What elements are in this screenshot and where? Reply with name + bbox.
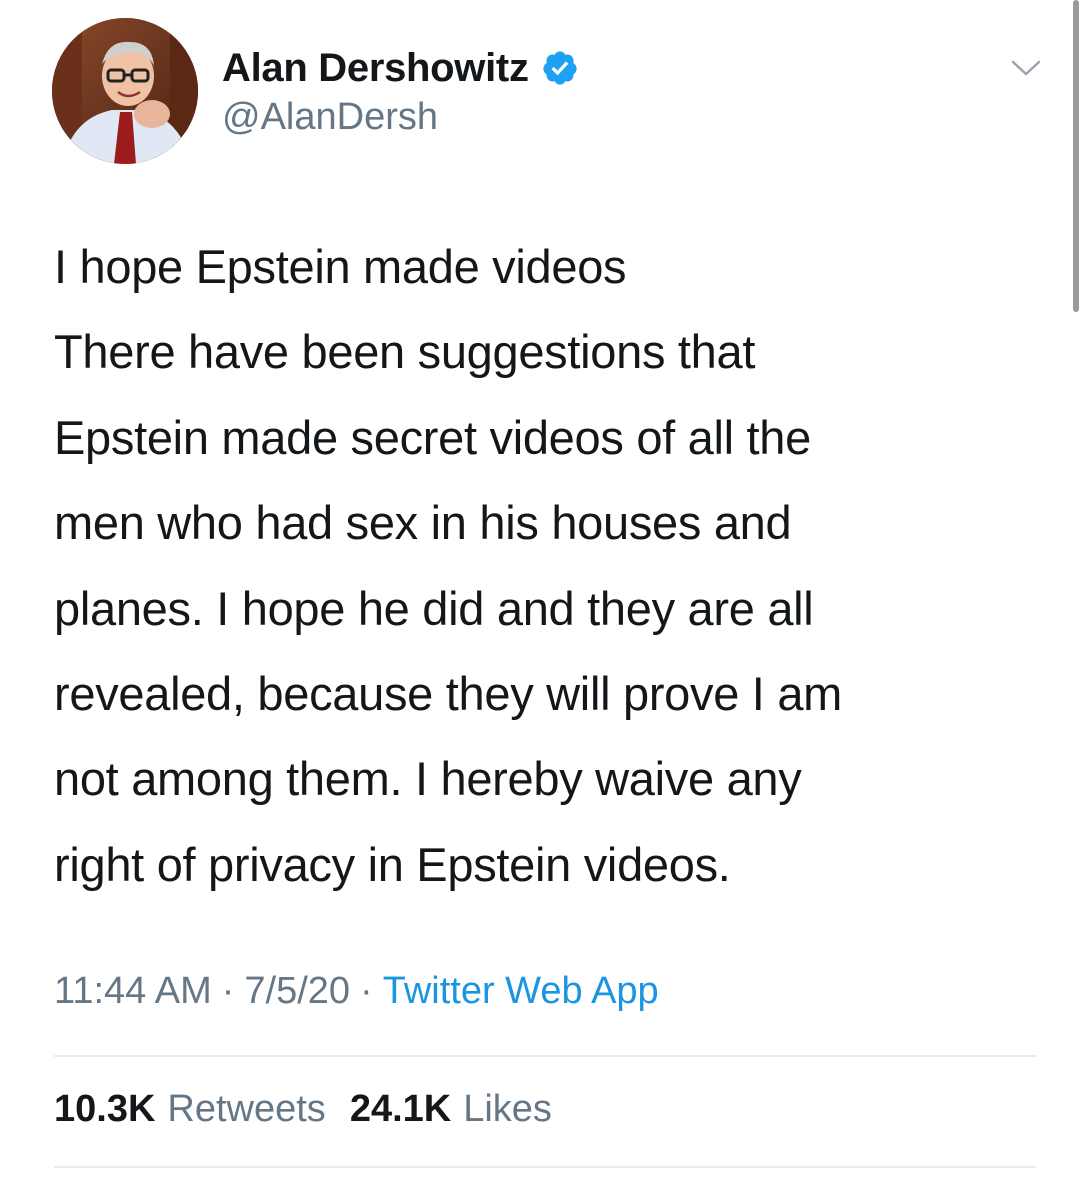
author-name-row: Alan Dershowitz (222, 42, 579, 94)
retweets-label: Retweets (167, 1088, 326, 1130)
tweet-card: Alan Dershowitz @AlanDersh I hope Epstei… (0, 0, 1089, 1200)
tweet-text-line: men who had sex in his houses and (54, 496, 792, 550)
tweet-text-line: not among them. I hereby waive any (54, 752, 802, 806)
tweet-text-line: revealed, because they will prove I am (54, 667, 843, 721)
retweets-count: 10.3K (54, 1088, 156, 1130)
author-handle[interactable]: @AlanDersh (222, 96, 438, 139)
tweet-source-link[interactable]: Twitter Web App (383, 970, 659, 1013)
author-display-name[interactable]: Alan Dershowitz (222, 46, 529, 91)
tweet-menu-button[interactable] (1000, 48, 1052, 88)
likes-stat[interactable]: 24.1K Likes (350, 1088, 552, 1131)
likes-label: Likes (463, 1088, 552, 1130)
divider (54, 1166, 1036, 1168)
meta-separator: · (360, 970, 373, 1012)
tweet-text-line: right of privacy in Epstein videos. (54, 837, 731, 891)
divider (54, 1055, 1036, 1057)
tweet-text-line: planes. I hope he did and they are all (54, 581, 814, 635)
scrollbar-thumb[interactable] (1073, 0, 1079, 312)
tweet-text-line: Epstein made secret videos of all the (54, 410, 811, 464)
tweet-metadata: 11:44 AM · 7/5/20 · Twitter Web App (54, 970, 659, 1013)
tweet-stats: 10.3K Retweets 24.1K Likes (54, 1088, 576, 1131)
avatar[interactable] (52, 18, 198, 164)
avatar-image (52, 18, 198, 164)
meta-separator: · (221, 970, 235, 1012)
verified-badge-icon (543, 51, 577, 85)
tweet-text-line: I hope Epstein made videos (54, 240, 627, 293)
likes-count: 24.1K (349, 1088, 452, 1130)
tweet-text-line: There have been suggestions that (54, 325, 756, 379)
tweet-text: I hope Epstein made videos There have be… (54, 224, 1064, 907)
chevron-down-icon (1011, 60, 1041, 76)
tweet-date[interactable]: 7/5/20 (244, 970, 350, 1013)
tweet-time[interactable]: 11:44 AM (54, 970, 212, 1013)
retweets-stat[interactable]: 10.3K Retweets (54, 1088, 326, 1131)
